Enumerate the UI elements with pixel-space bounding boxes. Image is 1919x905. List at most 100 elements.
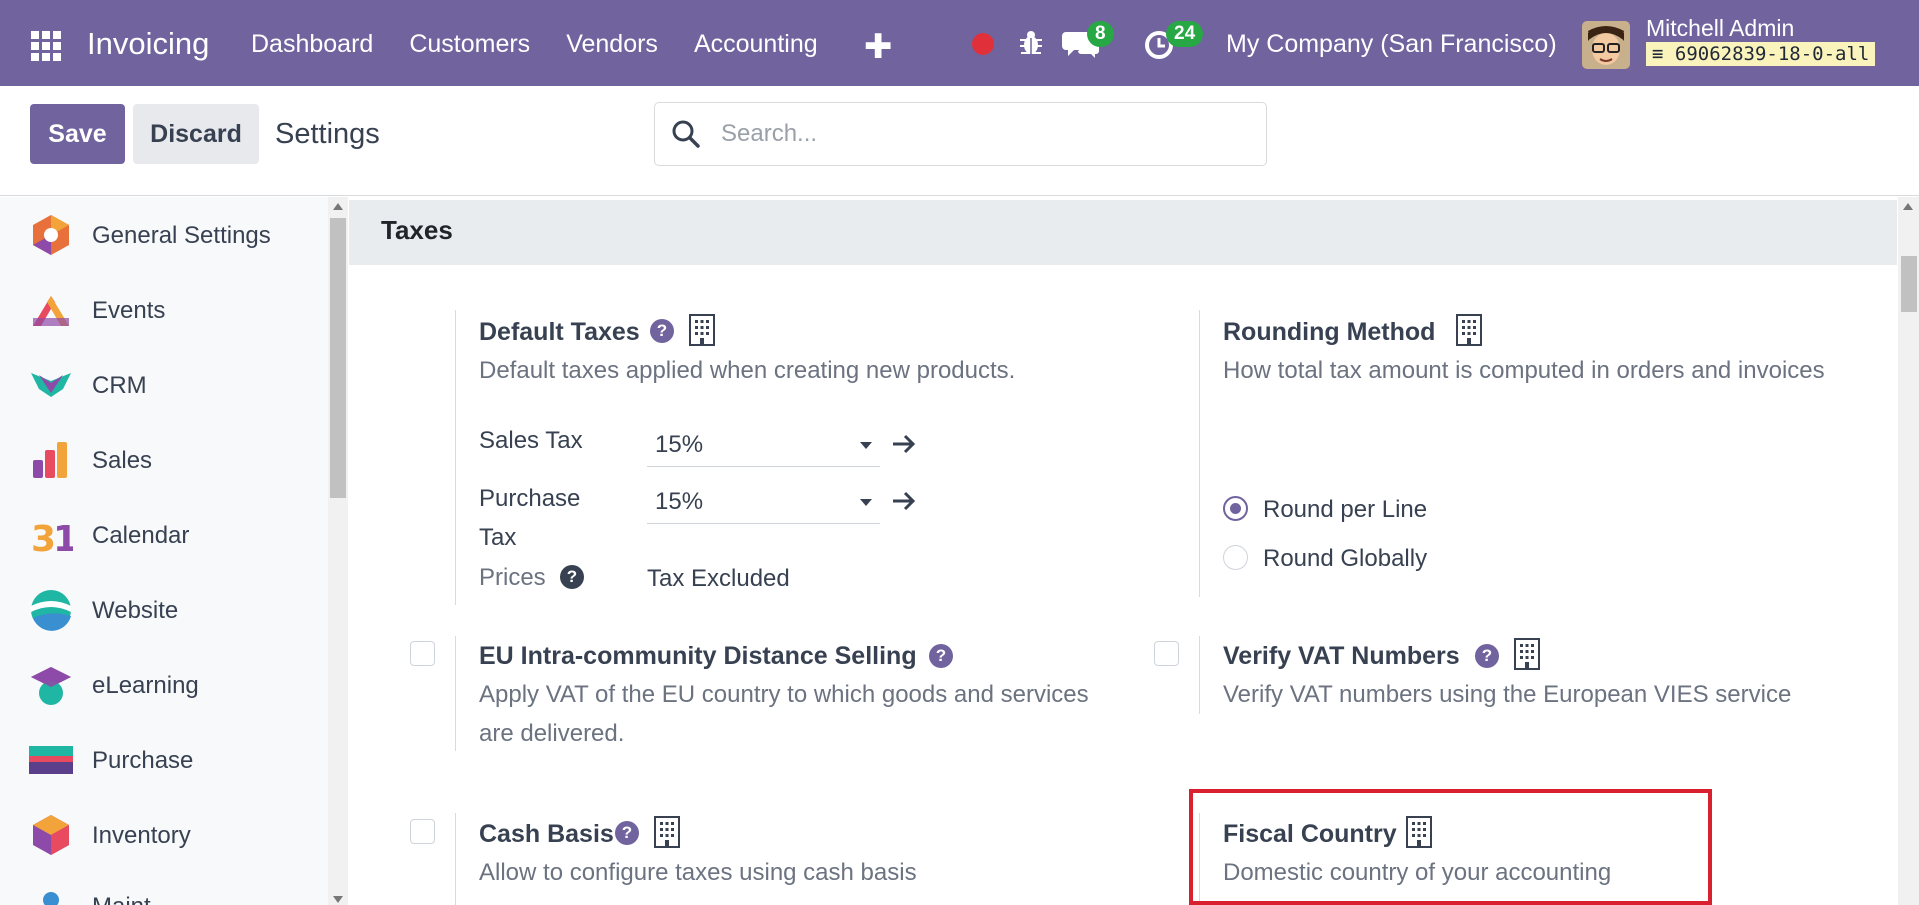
user-avatar[interactable] [1582,21,1630,69]
highlight-annotation-box [1189,789,1712,905]
default-taxes-title: Default Taxes [479,318,640,346]
database-name: 69062839-18-0-all [1674,43,1870,65]
chevron-down-icon [860,442,872,449]
round-globally-label[interactable]: Round Globally [1263,545,1427,573]
round-per-line-radio[interactable] [1223,496,1248,521]
sidebar-item-events[interactable]: Events [0,273,330,348]
scroll-down-arrow-icon[interactable] [333,896,343,903]
prices-value: Tax Excluded [647,565,790,592]
round-globally-radio[interactable] [1223,545,1248,570]
eu-distance-selling-checkbox[interactable] [410,641,435,666]
maintenance-icon [43,892,59,905]
settings-sidebar: General Settings Events CRM Sales 3 1 Ca… [0,197,348,905]
sidebar-item-purchase[interactable]: Purchase [0,723,330,798]
record-icon[interactable] [972,33,994,55]
sidebar-item-elearning[interactable]: eLearning [0,648,330,723]
sidebar-item-label: Website [92,596,179,624]
app-menu-grid-icon[interactable] [31,31,63,61]
main-scrollbar-thumb[interactable] [1901,256,1917,312]
sidebar-item-crm[interactable]: CRM [0,348,330,423]
setting-divider [455,636,456,751]
rounding-method-description: How total tax amount is computed in orde… [1223,357,1825,384]
sidebar-item-sales[interactable]: Sales [0,423,330,498]
save-button[interactable]: Save [30,104,125,164]
search-input[interactable] [721,117,1241,151]
sidebar-item-label: Events [92,296,166,324]
database-icon: ≡ [1652,43,1664,65]
sales-icon [33,442,67,478]
discard-button[interactable]: Discard [133,104,259,164]
crm-icon [31,373,71,397]
sidebar-item-website[interactable]: Website [0,573,330,648]
sidebar-item-general-settings[interactable]: General Settings [0,198,330,273]
app-name[interactable]: Invoicing [87,26,209,62]
svg-text:1: 1 [53,519,73,557]
company-building-icon [1514,638,1540,670]
purchase-tax-value: 15% [655,488,704,515]
sidebar-item-maintenance[interactable]: Maint [0,873,330,905]
sidebar-item-label: Maint [92,893,151,905]
cash-basis-title: Cash Basis [479,820,614,848]
rounding-method-title: Rounding Method [1223,318,1436,346]
purchase-tax-label: Purchase Tax [479,485,581,551]
sales-tax-select[interactable]: 15% [647,423,880,467]
help-icon[interactable]: ? [650,319,674,343]
menu-customers[interactable]: Customers [409,30,530,59]
setting-divider [455,813,456,905]
company-building-icon [689,314,715,346]
default-taxes-description: Default taxes applied when creating new … [479,357,1016,384]
arrow-right-icon[interactable] [891,433,917,455]
company-building-icon [654,816,680,848]
sidebar-item-label: eLearning [92,671,199,699]
sidebar-item-label: Purchase [92,746,194,774]
setting-divider [455,310,456,605]
sidebar-item-label: General Settings [92,221,271,249]
help-icon[interactable]: ? [560,565,584,589]
menu-vendors[interactable]: Vendors [566,30,658,59]
verify-vat-title: Verify VAT Numbers [1223,642,1460,670]
inventory-icon [33,815,69,855]
chevron-down-icon [860,499,872,506]
section-header [349,200,1897,265]
arrow-right-icon[interactable] [891,490,917,512]
sidebar-item-label: CRM [92,371,147,399]
verify-vat-checkbox[interactable] [1154,641,1179,666]
menu-accounting[interactable]: Accounting [694,30,818,59]
purchase-icon [29,746,73,774]
activities-count-badge: 24 [1166,21,1204,47]
website-icon [31,590,71,631]
company-switcher[interactable]: My Company (San Francisco) [1226,30,1557,59]
events-icon [33,296,69,326]
sidebar-item-label: Sales [92,446,153,474]
help-icon[interactable]: ? [929,644,953,668]
general-settings-icon [33,215,69,255]
purchase-tax-select[interactable]: 15% [647,480,880,524]
sidebar-item-inventory[interactable]: Inventory [0,798,330,873]
main-menu: Dashboard Customers Vendors Accounting [251,30,854,59]
setting-divider [1199,310,1200,597]
plus-icon[interactable]: ✚ [864,27,893,67]
calendar-icon: 3 1 [31,519,73,557]
search-icon [672,120,700,148]
section-title: Taxes [381,215,453,245]
scroll-up-arrow-icon[interactable] [1903,203,1913,210]
verify-vat-description: Verify VAT numbers using the European VI… [1223,681,1792,708]
user-name[interactable]: Mitchell Admin [1646,15,1794,42]
scroll-up-arrow-icon[interactable] [333,203,343,210]
page-title: Settings [275,118,380,150]
help-icon[interactable]: ? [615,821,639,845]
cash-basis-description: Allow to configure taxes using cash basi… [479,859,917,886]
cash-basis-checkbox[interactable] [410,819,435,844]
bug-icon[interactable] [1016,28,1046,58]
sales-tax-value: 15% [655,431,704,458]
search-box [654,102,1267,166]
sidebar-item-label: Calendar [92,521,190,549]
elearning-icon [31,667,71,705]
sidebar-item-calendar[interactable]: 3 1 Calendar [0,498,330,573]
round-per-line-label[interactable]: Round per Line [1263,496,1427,524]
menu-dashboard[interactable]: Dashboard [251,30,373,59]
prices-label: Prices [479,564,546,591]
sidebar-scrollbar-thumb[interactable] [330,218,346,498]
database-badge: ≡ 69062839-18-0-all [1646,42,1876,66]
help-icon[interactable]: ? [1475,644,1499,668]
